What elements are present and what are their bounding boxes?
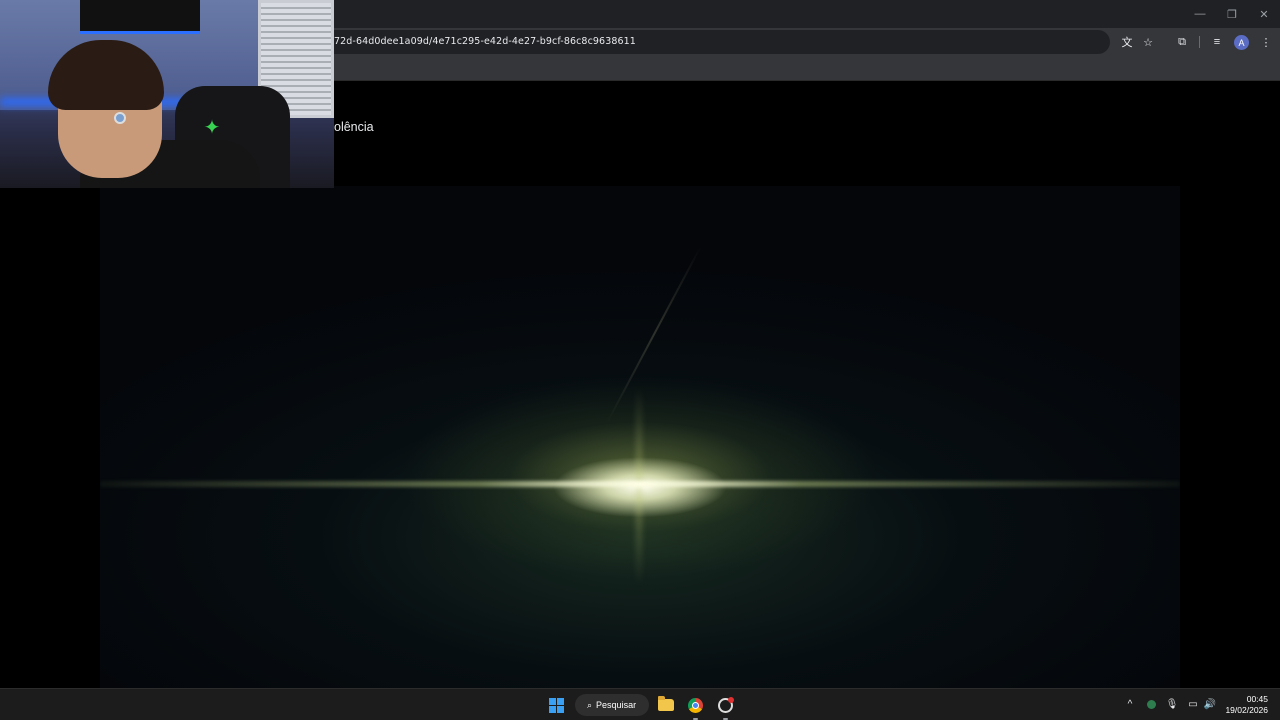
search-icon: ⌕ xyxy=(587,699,593,710)
address-url[interactable]: 72d-64d0dee1a09d/4e71c295-e42d-4e27-b9cf… xyxy=(334,36,636,47)
chrome-taskbar-button[interactable] xyxy=(685,694,705,720)
taskbar-search[interactable]: ⌕ Pesquisar xyxy=(575,694,649,716)
microphone-icon[interactable]: 🎙 xyxy=(1165,697,1179,711)
file-explorer-button[interactable] xyxy=(656,694,676,716)
browser-menu-icon[interactable]: ⋮ xyxy=(1258,34,1274,50)
toolbar-divider xyxy=(1199,36,1200,48)
bookmark-star-icon[interactable]: ☆ xyxy=(1140,34,1156,50)
lens-flare-horizontal xyxy=(100,481,1180,487)
tray-overflow-chevron-icon[interactable]: ^ xyxy=(1123,697,1137,711)
volume-icon[interactable]: 🔊 xyxy=(1203,697,1217,711)
tray-app-icon[interactable] xyxy=(1144,697,1158,711)
lens-flare-diagonal xyxy=(606,245,702,424)
clock-date: 19/02/2026 xyxy=(1225,705,1268,715)
taskbar: ⌕ Pesquisar ^ 🎙 ▭ 🔊 00:45 19/02/2026 xyxy=(0,688,1280,720)
start-button[interactable] xyxy=(546,694,566,716)
search-label: Pesquisar xyxy=(596,700,637,710)
translate-icon[interactable]: 文 xyxy=(1119,34,1135,50)
obs-taskbar-button[interactable] xyxy=(715,694,735,720)
minimize-button[interactable]: — xyxy=(1184,0,1216,28)
chrome-icon xyxy=(687,697,703,713)
extensions-icon[interactable]: ⧉ xyxy=(1174,34,1190,50)
taskbar-clock[interactable]: 00:45 19/02/2026 xyxy=(1225,694,1268,716)
windows-logo-icon xyxy=(548,697,564,713)
page-title: olência xyxy=(334,120,374,134)
folder-icon xyxy=(658,696,674,711)
profile-avatar[interactable]: A xyxy=(1234,35,1249,50)
close-button[interactable]: ✕ xyxy=(1248,0,1280,28)
obs-icon xyxy=(717,696,734,713)
restore-button[interactable]: ❐ xyxy=(1216,0,1248,28)
razer-logo-icon: ✦ xyxy=(203,117,221,139)
webcam-shelf xyxy=(80,0,200,34)
window-controls: — ❐ ✕ xyxy=(1184,0,1280,28)
clock-time: 00:45 xyxy=(1246,694,1268,704)
network-icon[interactable]: ▭ xyxy=(1186,697,1200,711)
earbud-icon xyxy=(114,112,126,124)
video-player[interactable] xyxy=(100,186,1180,688)
recording-dot-icon xyxy=(727,696,734,703)
webcam-overlay: ✦ xyxy=(0,0,334,188)
media-controls-icon[interactable]: ≡ xyxy=(1209,34,1225,50)
